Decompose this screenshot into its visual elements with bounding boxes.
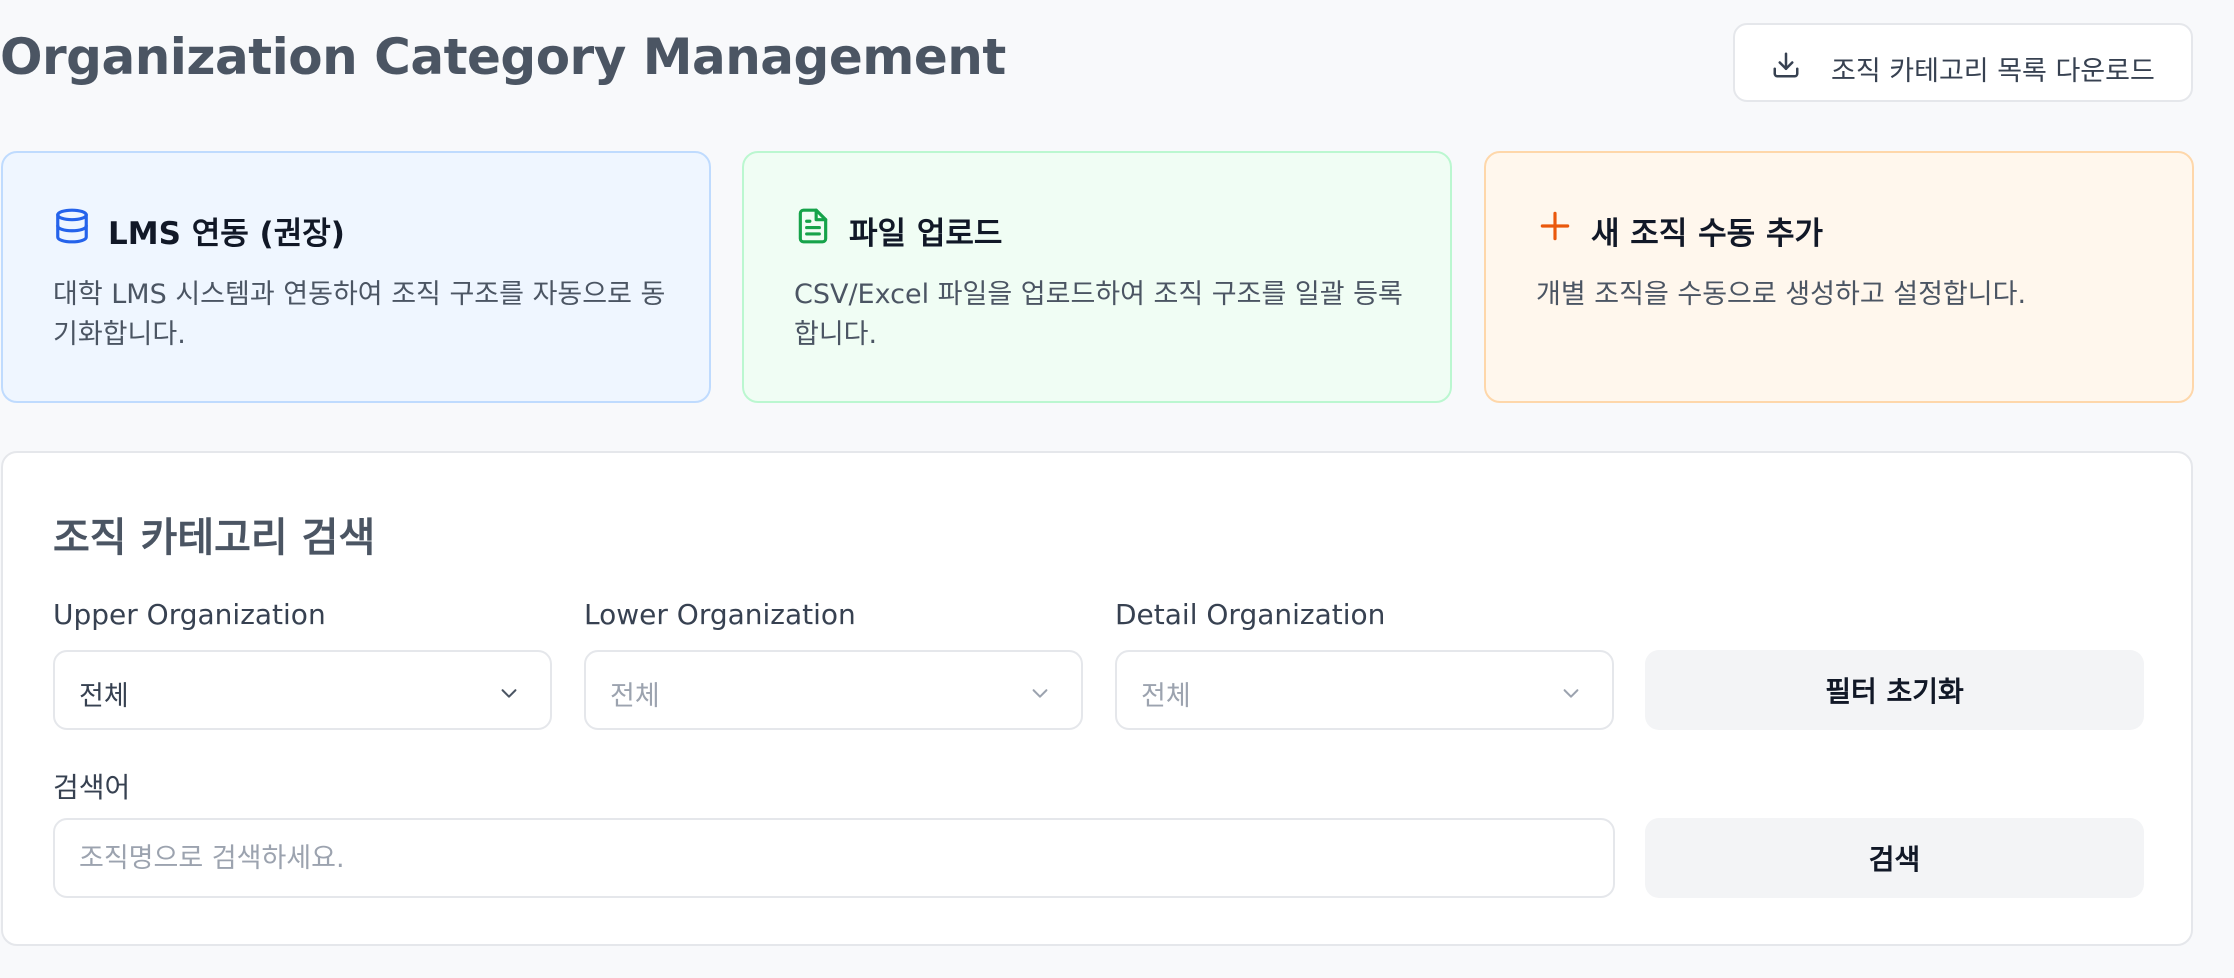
manual-add-title: 새 조직 수동 추가 [1591, 216, 1824, 252]
detail-org-label: Detail Organization [1115, 598, 1386, 631]
chevron-down-icon [501, 689, 517, 698]
download-list-button[interactable]: 조직 카테고리 목록 다운로드 [1733, 23, 2193, 102]
lms-integration-description: 대학 LMS 시스템과 연동하여 조직 구조를 자동으로 동기화합니다. [53, 279, 666, 350]
reset-filter-button[interactable]: 필터 초기화 [1645, 650, 2144, 730]
manual-add-description: 개별 조직을 수동으로 생성하고 설정합니다. [1536, 279, 2027, 310]
download-list-label: 조직 카테고리 목록 다운로드 [1831, 56, 2155, 87]
lms-integration-card[interactable]: LMS 연동 (권장) 대학 LMS 시스템과 연동하여 조직 구조를 자동으로… [1, 151, 711, 403]
file-upload-title: 파일 업로드 [849, 216, 1003, 252]
download-icon [1773, 52, 1799, 78]
detail-org-select[interactable]: 전체 [1115, 650, 1614, 730]
detail-org-value: 전체 [1141, 681, 1191, 712]
search-button[interactable]: 검색 [1645, 818, 2144, 898]
file-upload-card[interactable]: 파일 업로드 CSV/Excel 파일을 업로드하여 조직 구조를 일괄 등록합… [742, 151, 1452, 403]
upper-org-select[interactable]: 전체 [53, 650, 552, 730]
chevron-down-icon [1032, 689, 1048, 698]
plus-icon [1540, 211, 1570, 241]
lower-org-value: 전체 [610, 681, 660, 712]
lower-org-select[interactable]: 전체 [584, 650, 1083, 730]
search-panel: 조직 카테고리 검색 Upper Organization Lower Orga… [1, 451, 2193, 946]
lower-org-label: Lower Organization [584, 598, 856, 631]
page: Organization Category Management 조직 카테고리… [0, 0, 2234, 978]
manual-add-card[interactable]: 새 조직 수동 추가 개별 조직을 수동으로 생성하고 설정합니다. [1484, 151, 2194, 403]
keyword-input[interactable] [53, 818, 1615, 898]
file-text-icon [798, 208, 828, 244]
database-icon [56, 208, 88, 244]
upper-org-label: Upper Organization [53, 598, 326, 631]
page-title: Organization Category Management [0, 28, 1006, 86]
search-panel-title: 조직 카테고리 검색 [53, 515, 376, 561]
file-upload-description: CSV/Excel 파일을 업로드하여 조직 구조를 일괄 등록합니다. [794, 279, 1403, 350]
upper-org-value: 전체 [79, 681, 129, 712]
lms-integration-title: LMS 연동 (권장) [108, 216, 345, 252]
chevron-down-icon [1563, 689, 1579, 698]
keyword-label: 검색어 [53, 771, 131, 804]
